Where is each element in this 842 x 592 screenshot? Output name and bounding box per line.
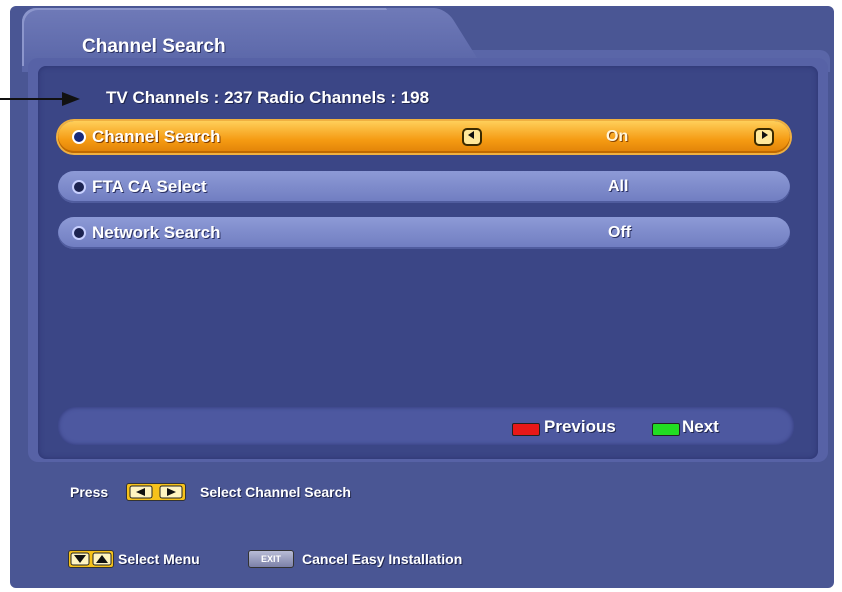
menu-item-value: Off bbox=[608, 224, 632, 241]
navigation-bar: Previous Next bbox=[58, 407, 794, 445]
bullet-icon bbox=[72, 180, 86, 194]
help-press-action: Select Channel Search bbox=[200, 484, 351, 500]
left-arrow-icon[interactable] bbox=[462, 128, 482, 146]
exit-key-icon: EXIT bbox=[248, 550, 294, 568]
menu-item-value: All bbox=[608, 178, 629, 195]
menu-item-label: Network Search bbox=[92, 223, 221, 242]
bullet-icon bbox=[72, 226, 86, 240]
menu-item-network-search[interactable]: Network Search Off bbox=[58, 217, 790, 249]
menu-item-label: FTA CA Select bbox=[92, 177, 207, 196]
menu-item-fta-ca-select[interactable]: FTA CA Select All bbox=[58, 171, 790, 203]
annotation-arrow-line bbox=[0, 98, 66, 100]
help-press-label: Press bbox=[70, 484, 109, 500]
help-menu-action: Select Menu bbox=[118, 551, 200, 567]
green-key-icon[interactable] bbox=[652, 423, 680, 436]
menu-item-value: On bbox=[606, 128, 629, 145]
bullet-icon bbox=[72, 130, 86, 144]
previous-button[interactable]: Previous bbox=[544, 417, 616, 437]
next-button[interactable]: Next bbox=[682, 417, 719, 437]
menu-item-label: Channel Search bbox=[92, 127, 221, 146]
menu-item-channel-search[interactable]: Channel Search On bbox=[58, 121, 790, 153]
right-arrow-icon[interactable] bbox=[754, 128, 774, 146]
channel-counts: TV Channels : 237 Radio Channels : 198 bbox=[106, 88, 430, 107]
left-right-keys-icon bbox=[126, 483, 186, 501]
page-title: Channel Search bbox=[82, 36, 226, 57]
up-down-keys-icon bbox=[68, 550, 114, 568]
arrow-pointer-icon bbox=[62, 92, 80, 106]
help-exit-action: Cancel Easy Installation bbox=[302, 551, 463, 567]
red-key-icon[interactable] bbox=[512, 423, 540, 436]
